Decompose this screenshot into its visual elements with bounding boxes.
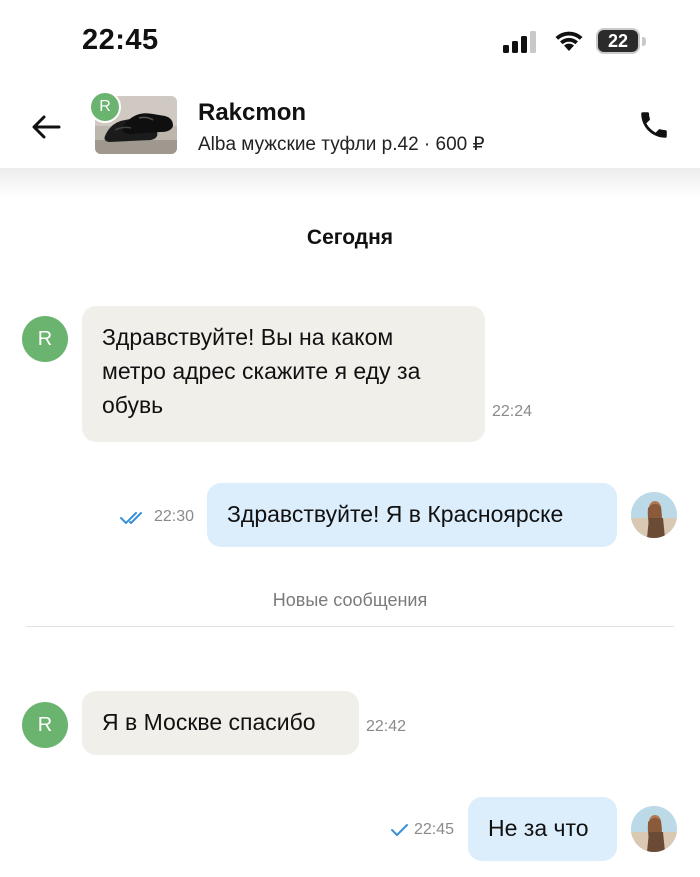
user-avatar[interactable] <box>631 492 677 538</box>
sender-avatar[interactable]: R <box>22 702 68 748</box>
new-messages-divider-label: Новые сообщения <box>272 590 428 610</box>
check-delivered-icon <box>391 824 408 836</box>
back-button[interactable] <box>26 107 66 147</box>
message-time: 22:30 <box>154 508 195 525</box>
user-photo-image <box>631 492 677 538</box>
chat-header: R Rakcmon Alba мужские туфли р.42 · 600 … <box>0 85 700 170</box>
incoming-message-bubble[interactable]: Я в Москве спасибо <box>82 691 359 755</box>
message-text: Здравствуйте! Вы на каком метро адрес ск… <box>102 324 421 418</box>
header-shadow <box>0 168 700 198</box>
seller-avatar-badge: R <box>89 91 121 123</box>
battery-indicator: 22 <box>596 28 646 54</box>
user-avatar[interactable] <box>631 806 677 852</box>
double-check-read-icon <box>120 512 142 524</box>
status-time: 22:45 <box>82 24 159 56</box>
message-text: Я в Москве спасибо <box>102 709 316 735</box>
seller-name[interactable]: Rakcmon <box>198 99 306 127</box>
cellular-signal-icon <box>503 31 536 53</box>
incoming-message-bubble[interactable]: Здравствуйте! Вы на каком метро адрес ск… <box>82 306 485 442</box>
message-time: 22:42 <box>366 718 407 735</box>
new-messages-divider <box>26 626 674 627</box>
arrow-left-icon <box>32 115 61 139</box>
message-time: 22:45 <box>414 821 455 838</box>
item-info[interactable]: Alba мужские туфли р.42 · 600 ₽ <box>198 133 485 156</box>
outgoing-message-bubble[interactable]: Не за что <box>468 797 617 861</box>
user-photo-image <box>631 806 677 852</box>
battery-level: 22 <box>607 31 629 51</box>
message-text: Не за что <box>488 815 589 841</box>
wifi-icon <box>555 31 583 51</box>
phone-icon <box>641 112 667 138</box>
message-text: Здравствуйте! Я в Красноярске <box>227 501 564 527</box>
sender-avatar[interactable]: R <box>22 316 68 362</box>
message-time: 22:24 <box>492 403 533 420</box>
status-bar: 22:45 22 <box>0 0 700 85</box>
call-button[interactable] <box>634 105 674 145</box>
outgoing-message-bubble[interactable]: Здравствуйте! Я в Красноярске <box>207 483 617 547</box>
date-divider: Сегодня <box>306 226 394 249</box>
